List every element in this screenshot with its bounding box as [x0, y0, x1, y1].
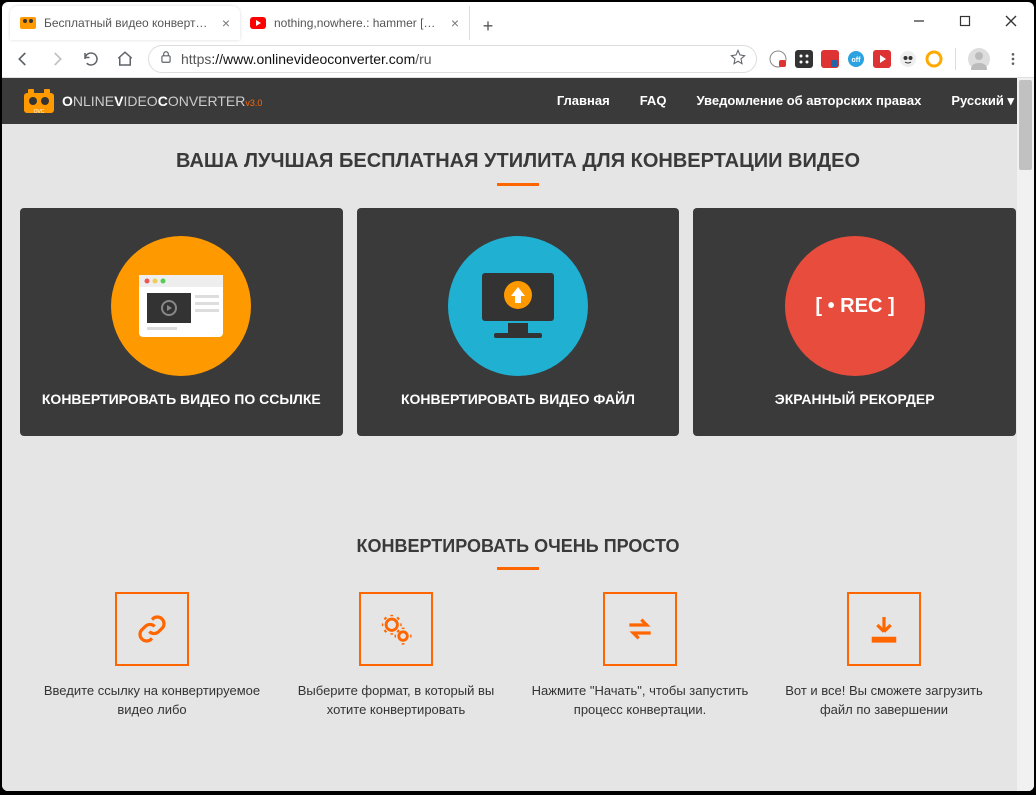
card-convert-file[interactable]: КОНВЕРТИРОВАТЬ ВИДЕО ФАЙЛ	[357, 208, 680, 436]
nav-copyright[interactable]: Уведомление об авторских правах	[696, 93, 921, 109]
step-text: Вот и все! Вы сможете загрузить файл по …	[774, 682, 994, 720]
ext-icon-3[interactable]	[821, 50, 839, 68]
svg-text:off: off	[852, 57, 862, 64]
site-nav: Главная FAQ Уведомление об авторских пра…	[557, 93, 1014, 109]
window-controls	[896, 2, 1034, 40]
step-text: Нажмите "Начать", чтобы запустить процес…	[530, 682, 750, 720]
tab-title: nothing,nowhere.: hammer [OFFICIAL]	[274, 16, 443, 30]
browser-toolbar: https://www.onlinevideoconverter.com/ru …	[2, 40, 1034, 78]
nav-faq[interactable]: FAQ	[640, 93, 667, 109]
chevron-down-icon: ▾	[1007, 93, 1014, 108]
card-icon-rec: [ • REC ]	[785, 236, 925, 376]
section-title: КОНВЕРТИРОВАТЬ ОЧЕНЬ ПРОСТО	[2, 536, 1034, 557]
transfer-icon	[603, 592, 677, 666]
nav-language[interactable]: Русский ▾	[951, 93, 1014, 109]
title-underline	[497, 183, 539, 186]
maximize-button[interactable]	[942, 2, 988, 40]
address-bar[interactable]: https://www.onlinevideoconverter.com/ru	[148, 45, 757, 73]
scrollbar[interactable]	[1017, 78, 1034, 791]
home-button[interactable]	[114, 48, 136, 70]
star-icon[interactable]	[730, 49, 746, 68]
gears-icon	[359, 592, 433, 666]
card-icon-upload	[448, 236, 588, 376]
close-tab-icon[interactable]: ×	[222, 15, 230, 31]
ext-icon-1[interactable]	[769, 50, 787, 68]
minimize-button[interactable]	[896, 2, 942, 40]
step-text: Выберите формат, в который вы хотите кон…	[286, 682, 506, 720]
new-tab-button[interactable]: +	[474, 12, 502, 40]
window-titlebar: Бесплатный видео конвертер онлайн × noth…	[2, 2, 1034, 40]
favicon-ovc	[20, 15, 36, 31]
back-button[interactable]	[12, 48, 34, 70]
site-logo[interactable]: OVC ONLINEVIDEOCONVERTERv3.0	[22, 87, 262, 115]
card-icon-link	[111, 236, 251, 376]
card-label: КОНВЕРТИРОВАТЬ ВИДЕО ПО ССЫЛКЕ	[42, 390, 321, 409]
ext-icon-4[interactable]: off	[847, 50, 865, 68]
profile-avatar[interactable]	[968, 48, 990, 70]
step-text: Введите ссылку на конвертируемое видео л…	[42, 682, 262, 720]
favicon-youtube	[250, 15, 266, 31]
step-4: Вот и все! Вы сможете загрузить файл по …	[774, 592, 994, 720]
card-recorder[interactable]: [ • REC ] ЭКРАННЫЙ РЕКОРДЕР	[693, 208, 1016, 436]
link-icon	[115, 592, 189, 666]
title-underline	[497, 567, 539, 570]
extension-icons: off	[769, 50, 943, 68]
download-icon	[847, 592, 921, 666]
ext-icon-7[interactable]	[925, 50, 943, 68]
page-body: ВАША ЛУЧШАЯ БЕСПЛАТНАЯ УТИЛИТА ДЛЯ КОНВЕ…	[2, 124, 1034, 720]
tab-title: Бесплатный видео конвертер онлайн	[44, 16, 214, 30]
close-tab-icon[interactable]: ×	[451, 15, 459, 31]
svg-text:[ • REC ]: [ • REC ]	[815, 295, 894, 317]
card-convert-link[interactable]: КОНВЕРТИРОВАТЬ ВИДЕО ПО ССЫЛКЕ	[20, 208, 343, 436]
feature-cards: КОНВЕРТИРОВАТЬ ВИДЕО ПО ССЫЛКЕ КОНВЕРТИР…	[2, 208, 1034, 436]
tab-strip: Бесплатный видео конвертер онлайн × noth…	[2, 2, 896, 40]
reload-button[interactable]	[80, 48, 102, 70]
forward-button[interactable]	[46, 48, 68, 70]
card-label: КОНВЕРТИРОВАТЬ ВИДЕО ФАЙЛ	[401, 390, 635, 409]
page-viewport: OVC ONLINEVIDEOCONVERTERv3.0 Главная FAQ…	[2, 78, 1034, 791]
nav-home[interactable]: Главная	[557, 93, 610, 109]
browser-window: Бесплатный видео конвертер онлайн × noth…	[2, 2, 1034, 791]
steps-row: Введите ссылку на конвертируемое видео л…	[2, 592, 1034, 720]
ext-icon-5[interactable]	[873, 50, 891, 68]
tab-2[interactable]: nothing,nowhere.: hammer [OFFICIAL] ×	[240, 6, 470, 40]
page-title: ВАША ЛУЧШАЯ БЕСПЛАТНАЯ УТИЛИТА ДЛЯ КОНВЕ…	[2, 150, 1034, 173]
svg-text:OVC: OVC	[34, 109, 45, 115]
ext-icon-2[interactable]	[795, 50, 813, 68]
step-3: Нажмите "Начать", чтобы запустить процес…	[530, 592, 750, 720]
step-1: Введите ссылку на конвертируемое видео л…	[42, 592, 262, 720]
lock-icon	[159, 50, 173, 67]
card-label: ЭКРАННЫЙ РЕКОРДЕР	[775, 390, 935, 409]
menu-button[interactable]	[1002, 48, 1024, 70]
ext-icon-6[interactable]	[899, 50, 917, 68]
scrollbar-thumb[interactable]	[1019, 80, 1032, 170]
close-button[interactable]	[988, 2, 1034, 40]
tab-1[interactable]: Бесплатный видео конвертер онлайн ×	[10, 6, 240, 40]
logo-text: ONLINEVIDEOCONVERTERv3.0	[62, 93, 262, 109]
step-2: Выберите формат, в который вы хотите кон…	[286, 592, 506, 720]
logo-icon: OVC	[22, 87, 56, 115]
site-header: OVC ONLINEVIDEOCONVERTERv3.0 Главная FAQ…	[2, 78, 1034, 124]
url-text: https://www.onlinevideoconverter.com/ru	[181, 51, 722, 67]
